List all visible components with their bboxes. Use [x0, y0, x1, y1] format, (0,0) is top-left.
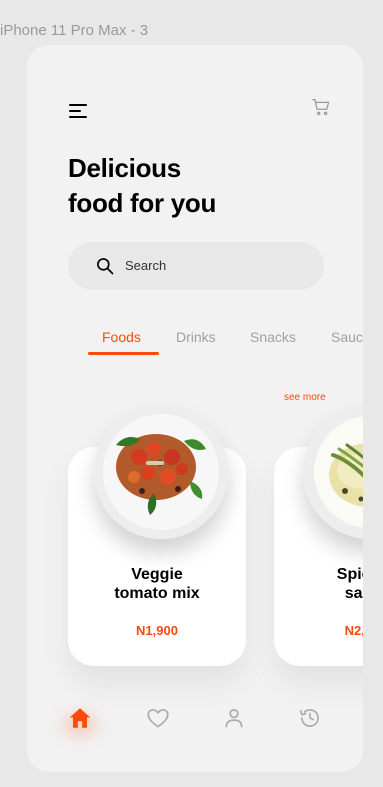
category-tabs: Foods Drinks Snacks Sauc: [27, 329, 363, 359]
frame-label: iPhone 11 Pro Max - 3: [0, 22, 149, 39]
product-name: Veggie tomato mix: [68, 565, 246, 603]
veggie-dish-image: [94, 405, 228, 539]
menu-icon[interactable]: [69, 103, 89, 119]
history-icon[interactable]: [297, 705, 323, 731]
product-name-line-1: Spicy f: [336, 566, 363, 583]
active-tab-indicator: [88, 352, 159, 355]
see-more-link[interactable]: see more: [284, 392, 326, 403]
page-title: Delicious food for you: [68, 151, 216, 221]
tab-sauces[interactable]: Sauc: [331, 329, 363, 345]
search-icon: [97, 258, 114, 275]
cart-icon[interactable]: [310, 96, 332, 118]
user-icon[interactable]: [221, 705, 247, 731]
headline-line-2: food for you: [68, 188, 217, 218]
product-name-line-2: tomato mix: [114, 585, 200, 602]
heart-icon[interactable]: [145, 705, 171, 731]
tab-drinks[interactable]: Drinks: [176, 329, 216, 345]
tab-foods[interactable]: Foods: [102, 329, 141, 345]
bottom-nav: [27, 705, 363, 745]
search-placeholder: Search: [125, 258, 167, 273]
app-screen: Delicious food for you Search Foods Drin…: [27, 45, 363, 772]
tab-snacks[interactable]: Snacks: [250, 329, 296, 345]
product-price: N2,3C: [344, 623, 363, 638]
product-name-line-2: sauc: [344, 585, 363, 602]
product-name: Spicy f sauc: [274, 565, 363, 603]
product-price: N1,900: [136, 623, 178, 638]
product-name-line-1: Veggie: [131, 566, 183, 583]
search-input[interactable]: Search: [68, 242, 324, 290]
home-icon[interactable]: [67, 705, 93, 731]
headline-line-1: Delicious: [68, 153, 181, 183]
